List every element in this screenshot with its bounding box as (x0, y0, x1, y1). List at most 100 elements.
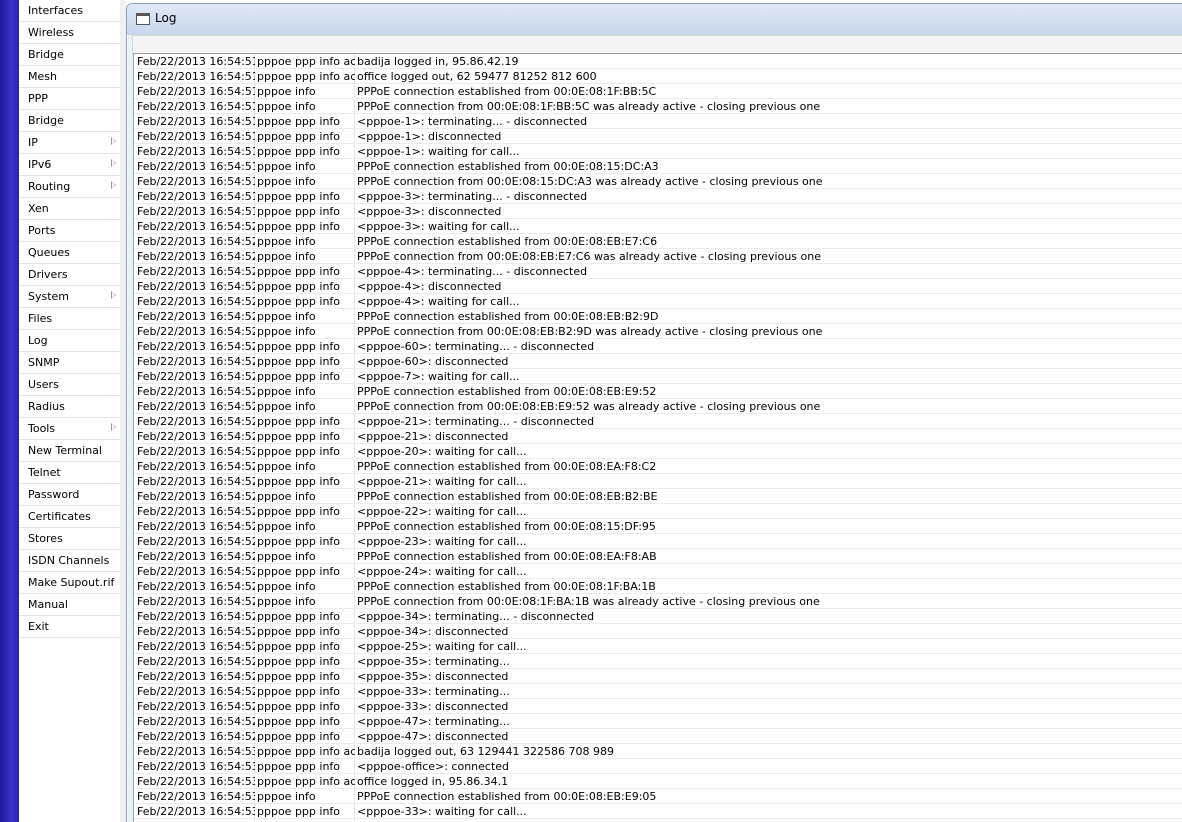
log-row[interactable]: Feb/22/2013 16:54:52 pppoe ppp info <pppoe… (134, 729, 1182, 744)
sidebar-item-files[interactable]: Files (19, 308, 120, 330)
log-row[interactable]: Feb/22/2013 16:54:51 pppoe info PPPoE conn… (134, 159, 1182, 174)
log-row[interactable]: Feb/22/2013 16:54:52 pppoe ppp info <pppoe… (134, 714, 1182, 729)
log-row[interactable]: Feb/22/2013 16:54:52 pppoe ppp info <pppoe… (134, 414, 1182, 429)
log-row[interactable]: Feb/22/2013 16:54:52 pppoe info PPPoE conn… (134, 579, 1182, 594)
sidebar-item-users[interactable]: Users (19, 374, 120, 396)
log-message: PPPoE connection established from 00:0E:… (357, 235, 658, 248)
sidebar-item-system[interactable]: System (19, 286, 120, 308)
sidebar-item-bridge[interactable]: Bridge (19, 44, 120, 66)
sidebar-item-ipv6[interactable]: IPv6 (19, 154, 120, 176)
log-row[interactable]: Feb/22/2013 16:54:51 pppoe ppp info <pppoe… (134, 114, 1182, 129)
sidebar-item-routing[interactable]: Routing (19, 176, 120, 198)
log-row[interactable]: Feb/22/2013 16:54:52 pppoe ppp info <pppoe… (134, 354, 1182, 369)
log-topic: pppoe info (257, 595, 316, 608)
sidebar-item-ports[interactable]: Ports (19, 220, 120, 242)
log-row[interactable]: Feb/22/2013 16:54:51 pppoe ppp info <pppoe… (134, 189, 1182, 204)
sidebar-item-make-supout-rif[interactable]: Make Supout.rif (19, 572, 120, 594)
log-time: Feb/22/2013 16:54:52 (137, 565, 255, 578)
log-time: Feb/22/2013 16:54:52 (137, 445, 255, 458)
log-row[interactable]: Feb/22/2013 16:54:52 pppoe ppp info <pppoe… (134, 219, 1182, 234)
log-row[interactable]: Feb/22/2013 16:54:52 pppoe info PPPoE conn… (134, 324, 1182, 339)
log-topic: pppoe ppp info (257, 655, 341, 668)
log-row[interactable]: Feb/22/2013 16:54:53pppoe ppp info ac...… (134, 774, 1182, 789)
log-row[interactable]: Feb/22/2013 16:54:52 pppoe info PPPoE conn… (134, 459, 1182, 474)
sidebar-item-xen[interactable]: Xen (19, 198, 120, 220)
log-row[interactable]: Feb/22/2013 16:54:52 pppoe ppp info <pppoe… (134, 639, 1182, 654)
log-row[interactable]: Feb/22/2013 16:54:52 pppoe ppp info <pppoe… (134, 654, 1182, 669)
log-row[interactable]: Feb/22/2013 16:54:52 pppoe ppp info <pppoe… (134, 369, 1182, 384)
log-row[interactable]: Feb/22/2013 16:54:52 pppoe ppp info <pppoe… (134, 534, 1182, 549)
log-message: PPPoE connection from 00:0E:08:EB:E7:C6 … (357, 250, 821, 263)
log-row[interactable]: Feb/22/2013 16:54:52 pppoe info PPPoE conn… (134, 594, 1182, 609)
log-row[interactable]: Feb/22/2013 16:54:51 pppoe info PPPoE conn… (134, 174, 1182, 189)
log-row[interactable]: Feb/22/2013 16:54:53 pppoe ppp info <pppoe… (134, 804, 1182, 819)
sidebar-item-exit[interactable]: Exit (19, 616, 120, 638)
log-row[interactable]: Feb/22/2013 16:54:51pppoe ppp info ac...… (134, 54, 1182, 69)
log-row[interactable]: Feb/22/2013 16:54:52 pppoe ppp info <pppoe… (134, 429, 1182, 444)
log-row[interactable]: Feb/22/2013 16:54:51 pppoe info PPPoE conn… (134, 84, 1182, 99)
sidebar-item-telnet[interactable]: Telnet (19, 462, 120, 484)
log-row[interactable]: Feb/22/2013 16:54:52 pppoe ppp info <pppoe… (134, 294, 1182, 309)
log-row[interactable]: Feb/22/2013 16:54:51 pppoe ppp info <pppoe… (134, 204, 1182, 219)
log-topic: pppoe info (257, 490, 316, 503)
log-row[interactable]: Feb/22/2013 16:54:51 pppoe info PPPoE conn… (134, 99, 1182, 114)
sidebar-item-drivers[interactable]: Drivers (19, 264, 120, 286)
log-row[interactable]: Feb/22/2013 16:54:53pppoe info PPPoE conn… (134, 789, 1182, 804)
sidebar-item-password[interactable]: Password (19, 484, 120, 506)
log-topic: pppoe info (257, 790, 316, 803)
sidebar-item-label: Manual (28, 598, 68, 611)
log-row[interactable]: Feb/22/2013 16:54:51 pppoe ppp info <pppoe… (134, 129, 1182, 144)
log-row[interactable]: Feb/22/2013 16:54:52 pppoe info PPPoE conn… (134, 549, 1182, 564)
log-row[interactable]: Feb/22/2013 16:54:52 pppoe info PPPoE conn… (134, 384, 1182, 399)
sidebar-item-snmp[interactable]: SNMP (19, 352, 120, 374)
sidebar-item-log[interactable]: Log (19, 330, 120, 352)
sidebar-item-label: ISDN Channels (28, 554, 110, 567)
sidebar-item-wireless[interactable]: Wireless (19, 22, 120, 44)
sidebar-item-label: System (28, 290, 70, 303)
log-row[interactable]: Feb/22/2013 16:54:52 pppoe ppp info <pppoe… (134, 504, 1182, 519)
log-message: <pppoe-24>: waiting for call... (357, 565, 527, 578)
log-row[interactable]: Feb/22/2013 16:54:51pppoe ppp info ac...… (134, 69, 1182, 84)
sidebar-item-new-terminal[interactable]: New Terminal (19, 440, 120, 462)
sidebar-item-mesh[interactable]: Mesh (19, 66, 120, 88)
log-time: Feb/22/2013 16:54:52 (137, 250, 255, 263)
sidebar-item-certificates[interactable]: Certificates (19, 506, 120, 528)
log-row[interactable]: Feb/22/2013 16:54:52 pppoe info PPPoE conn… (134, 309, 1182, 324)
log-row[interactable]: Feb/22/2013 16:54:52 pppoe ppp info <pppoe… (134, 699, 1182, 714)
log-row[interactable]: Feb/22/2013 16:54:52 pppoe ppp info <pppoe… (134, 264, 1182, 279)
log-row[interactable]: Feb/22/2013 16:54:52 pppoe ppp info <pppoe… (134, 474, 1182, 489)
log-row[interactable]: Feb/22/2013 16:54:52 pppoe ppp info <pppoe… (134, 684, 1182, 699)
window-titlebar[interactable]: Log (127, 4, 1182, 35)
log-row[interactable]: Feb/22/2013 16:54:53pppoe ppp info ac...… (134, 744, 1182, 759)
sidebar-item-ip[interactable]: IP (19, 132, 120, 154)
sidebar-item-radius[interactable]: Radius (19, 396, 120, 418)
log-row[interactable]: Feb/22/2013 16:54:52 pppoe ppp info <pppoe… (134, 624, 1182, 639)
log-row[interactable]: Feb/22/2013 16:54:52 pppoe ppp info <pppoe… (134, 339, 1182, 354)
log-row[interactable]: Feb/22/2013 16:54:52 pppoe info PPPoE conn… (134, 489, 1182, 504)
log-row[interactable]: Feb/22/2013 16:54:52 pppoe ppp info <pppoe… (134, 609, 1182, 624)
sidebar-item-tools[interactable]: Tools (19, 418, 120, 440)
sidebar-item-queues[interactable]: Queues (19, 242, 120, 264)
sidebar-item-ppp[interactable]: PPP (19, 88, 120, 110)
log-topic: pppoe info (257, 175, 316, 188)
log-row[interactable]: Feb/22/2013 16:54:52 pppoe ppp info <pppoe… (134, 669, 1182, 684)
log-topic: pppoe info (257, 85, 316, 98)
sidebar-item-stores[interactable]: Stores (19, 528, 120, 550)
sidebar-item-manual[interactable]: Manual (19, 594, 120, 616)
sidebar-item-bridge[interactable]: Bridge (19, 110, 120, 132)
log-topic: pppoe ppp info (257, 295, 341, 308)
log-row[interactable]: Feb/22/2013 16:54:52 pppoe info PPPoE conn… (134, 249, 1182, 264)
log-time: Feb/22/2013 16:54:52 (137, 295, 255, 308)
log-list[interactable]: Feb/22/2013 16:54:51pppoe ppp info ac...… (133, 53, 1182, 822)
log-row[interactable]: Feb/22/2013 16:54:52 pppoe info PPPoE conn… (134, 519, 1182, 534)
log-message: <pppoe-60>: terminating... - disconnecte… (357, 340, 595, 353)
sidebar-item-interfaces[interactable]: Interfaces (19, 0, 120, 22)
log-row[interactable]: Feb/22/2013 16:54:52 pppoe info PPPoE conn… (134, 234, 1182, 249)
log-row[interactable]: Feb/22/2013 16:54:52 pppoe info PPPoE conn… (134, 399, 1182, 414)
log-row[interactable]: Feb/22/2013 16:54:52 pppoe ppp info <pppoe… (134, 444, 1182, 459)
log-row[interactable]: Feb/22/2013 16:54:53 pppoe ppp info <pppoe… (134, 759, 1182, 774)
log-row[interactable]: Feb/22/2013 16:54:51 pppoe ppp info <pppoe… (134, 144, 1182, 159)
sidebar-item-isdn-channels[interactable]: ISDN Channels (19, 550, 120, 572)
log-row[interactable]: Feb/22/2013 16:54:52 pppoe ppp info <pppoe… (134, 564, 1182, 579)
log-row[interactable]: Feb/22/2013 16:54:52 pppoe ppp info <pppoe… (134, 279, 1182, 294)
